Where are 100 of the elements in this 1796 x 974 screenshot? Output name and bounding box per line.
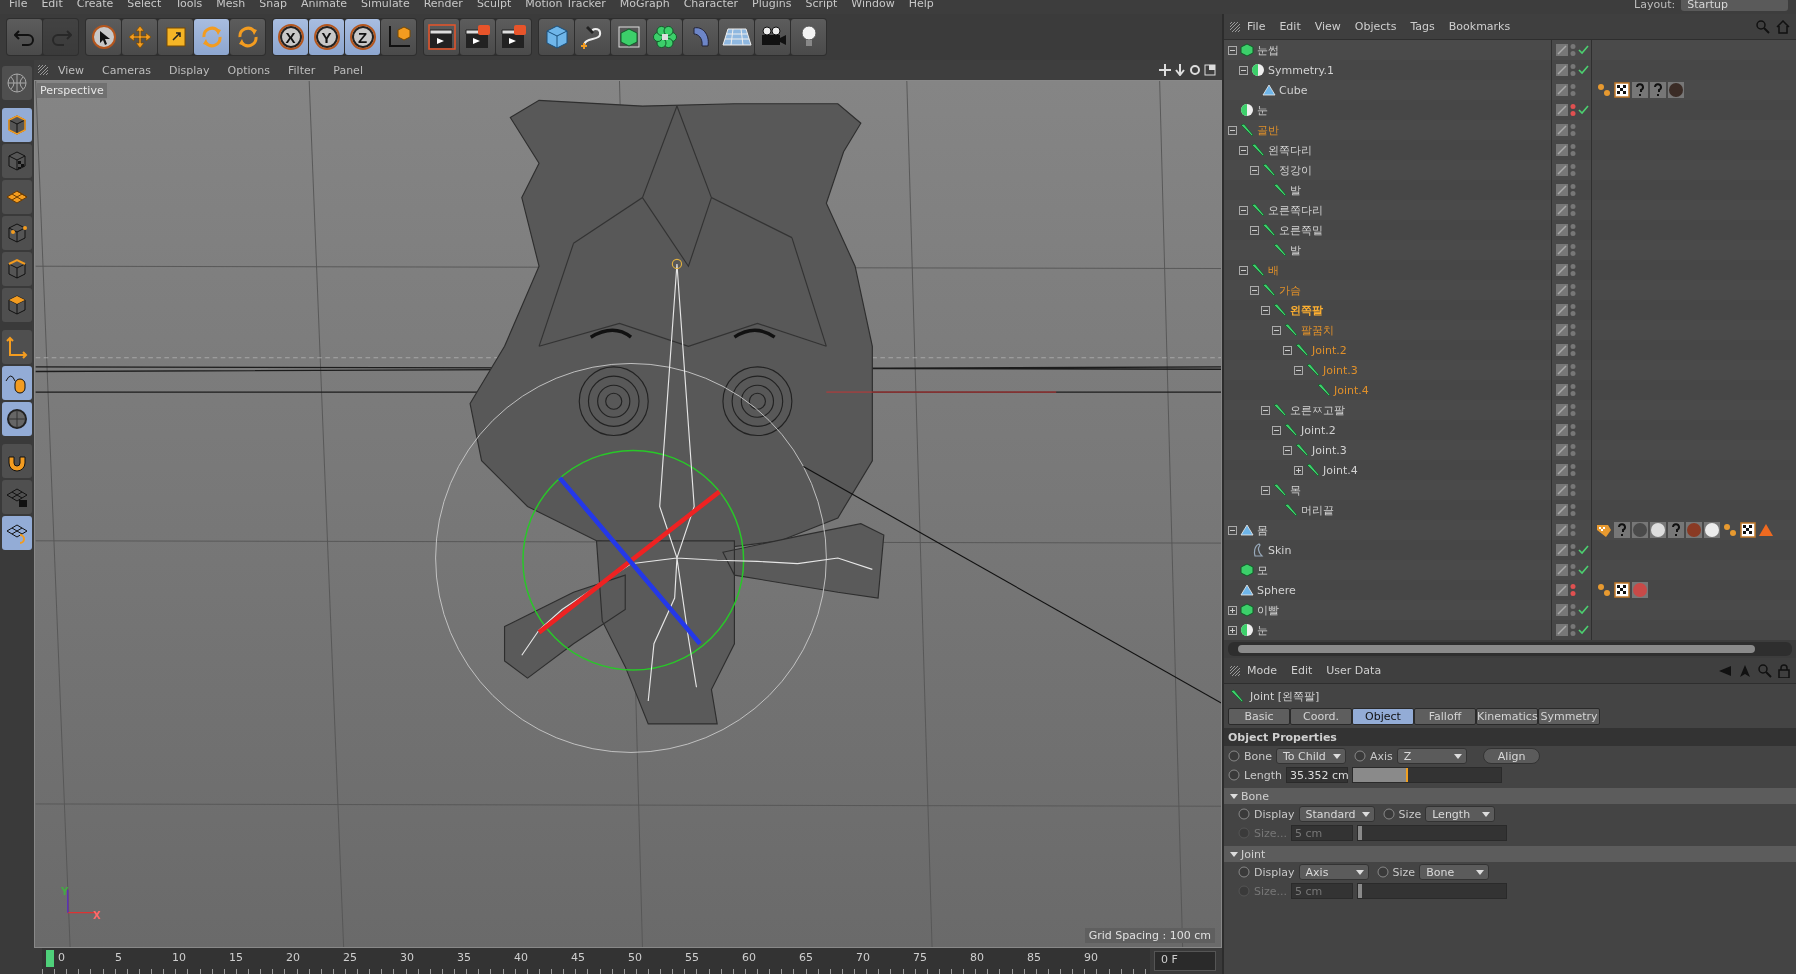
axis-lock-button[interactable]: Y [309, 19, 344, 55]
object-name[interactable]: 왼쪽다리 [1268, 142, 1312, 158]
keyframe-radio[interactable] [1238, 808, 1250, 820]
object-name[interactable]: 왼쪽팔 [1290, 302, 1323, 318]
panel-menu-item[interactable]: Edit [1284, 664, 1320, 677]
expand-icon[interactable] [1228, 605, 1237, 615]
object-name[interactable]: Joint.3 [1312, 443, 1347, 457]
object-name[interactable]: 가슴 [1279, 282, 1301, 298]
object-name[interactable]: 골반 [1257, 122, 1279, 138]
grip-icon[interactable] [1230, 21, 1240, 32]
collapse-icon[interactable] [1250, 225, 1259, 235]
collapse-icon[interactable] [1250, 285, 1259, 295]
keyframe-radio[interactable] [1228, 750, 1240, 762]
layout-dropdown[interactable]: Startup [1681, 0, 1788, 11]
expand-icon[interactable] [1228, 625, 1237, 635]
grip-icon[interactable] [1230, 665, 1240, 676]
object-name[interactable]: 오른쪽밑 [1279, 222, 1323, 238]
mode-button[interactable] [2, 330, 32, 364]
object-name[interactable]: Skin [1268, 543, 1292, 557]
tab[interactable]: Kinematics [1476, 708, 1538, 725]
object-name[interactable]: 오른쪽다리 [1268, 202, 1323, 218]
panel-menu-item[interactable]: Objects [1347, 20, 1404, 33]
tab[interactable]: Basic [1228, 708, 1290, 725]
dropdown[interactable]: Axis [1298, 864, 1369, 880]
object-name[interactable]: Joint.4 [1323, 463, 1358, 477]
object-name[interactable]: 몸 [1257, 522, 1268, 538]
toolbar-button[interactable] [86, 19, 121, 55]
object-name[interactable]: 눈 [1257, 622, 1268, 638]
toolbar-button[interactable] [647, 19, 682, 55]
group-header[interactable]: Joint [1224, 846, 1796, 862]
object-name[interactable]: Joint.3 [1323, 363, 1358, 377]
object-name[interactable]: Joint.2 [1312, 343, 1347, 357]
toolbar-button[interactable] [496, 19, 531, 55]
dropdown[interactable]: Standard [1298, 806, 1375, 822]
axis-lock-button[interactable]: Z [345, 19, 380, 55]
mode-button[interactable] [2, 444, 32, 478]
collapse-icon[interactable] [1228, 45, 1237, 55]
dropdown[interactable]: Length [1425, 806, 1496, 822]
object-name[interactable]: Sphere [1257, 583, 1296, 597]
object-name[interactable]: Joint.2 [1301, 423, 1336, 437]
toolbar-button[interactable] [791, 19, 826, 55]
collapse-icon[interactable] [1283, 345, 1292, 355]
dropdown[interactable]: Z [1396, 748, 1467, 764]
mode-button[interactable] [2, 288, 32, 322]
toolbar-button[interactable] [460, 19, 495, 55]
tab[interactable]: Symmetry [1538, 708, 1600, 725]
mode-button[interactable] [2, 108, 32, 142]
collapse-icon[interactable] [1239, 205, 1248, 215]
keyframe-radio[interactable] [1354, 750, 1366, 762]
collapse-icon[interactable] [1250, 165, 1259, 175]
toolbar-button[interactable] [575, 19, 610, 55]
panel-menu-item[interactable]: File [1240, 20, 1273, 33]
toolbar-button[interactable] [424, 19, 459, 55]
collapse-icon[interactable] [1283, 445, 1292, 455]
collapse-icon[interactable] [1239, 265, 1248, 275]
panel-menu-item[interactable]: User Data [1319, 664, 1389, 677]
object-name[interactable]: 팔꿈치 [1301, 322, 1334, 338]
frame-field[interactable]: 0 F [1154, 951, 1216, 971]
mode-button[interactable] [2, 516, 32, 550]
panel-menu-item[interactable]: Bookmarks [1441, 20, 1518, 33]
object-name[interactable]: 이빨 [1257, 602, 1279, 618]
collapse-icon[interactable] [1228, 125, 1237, 135]
object-name[interactable]: 배 [1268, 262, 1279, 278]
object-name[interactable]: 발 [1290, 242, 1301, 258]
viewport-menu-item[interactable]: Options [219, 63, 278, 77]
slider-track[interactable] [1351, 767, 1502, 783]
expand-icon[interactable] [1294, 465, 1303, 475]
mode-button[interactable] [2, 216, 32, 250]
object-name[interactable]: Cube [1279, 83, 1308, 97]
slider-track[interactable] [1357, 883, 1508, 899]
viewport-menu-item[interactable]: Filter [280, 63, 324, 77]
object-name[interactable]: Joint.4 [1334, 383, 1369, 397]
mode-button[interactable] [2, 180, 32, 214]
toolbar-button[interactable] [719, 19, 754, 55]
panel-menu-item[interactable]: Tags [1403, 20, 1442, 33]
object-name[interactable]: 모 [1257, 562, 1268, 578]
tab[interactable]: Falloff [1414, 708, 1476, 725]
viewport-menu-item[interactable]: Panel [325, 63, 371, 77]
mode-button[interactable] [2, 402, 32, 436]
toolbar-button[interactable] [381, 19, 416, 55]
object-name[interactable]: 정강이 [1279, 162, 1312, 178]
keyframe-radio[interactable] [1228, 769, 1240, 781]
viewport-menu-item[interactable]: Cameras [94, 63, 159, 77]
object-name[interactable]: 오른ㅉ고팔 [1290, 402, 1345, 418]
collapse-icon[interactable] [1239, 145, 1248, 155]
object-name[interactable]: 눈 [1257, 102, 1268, 118]
collapse-icon[interactable] [1261, 485, 1270, 495]
mode-button[interactable] [2, 66, 32, 100]
object-name[interactable]: 발 [1290, 182, 1301, 198]
keyframe-radio[interactable] [1376, 866, 1389, 878]
mode-button[interactable] [2, 366, 32, 400]
panel-menu-item[interactable]: Mode [1240, 664, 1284, 677]
tab[interactable]: Object [1352, 708, 1414, 725]
dropdown[interactable]: To Child [1276, 748, 1346, 764]
object-name[interactable]: 머리끝 [1301, 502, 1334, 518]
dropdown[interactable]: Bone [1419, 864, 1490, 880]
tab[interactable]: Coord. [1290, 708, 1352, 725]
collapse-icon[interactable] [1272, 425, 1281, 435]
object-name[interactable]: 목 [1290, 482, 1301, 498]
grip-icon[interactable] [38, 65, 48, 75]
